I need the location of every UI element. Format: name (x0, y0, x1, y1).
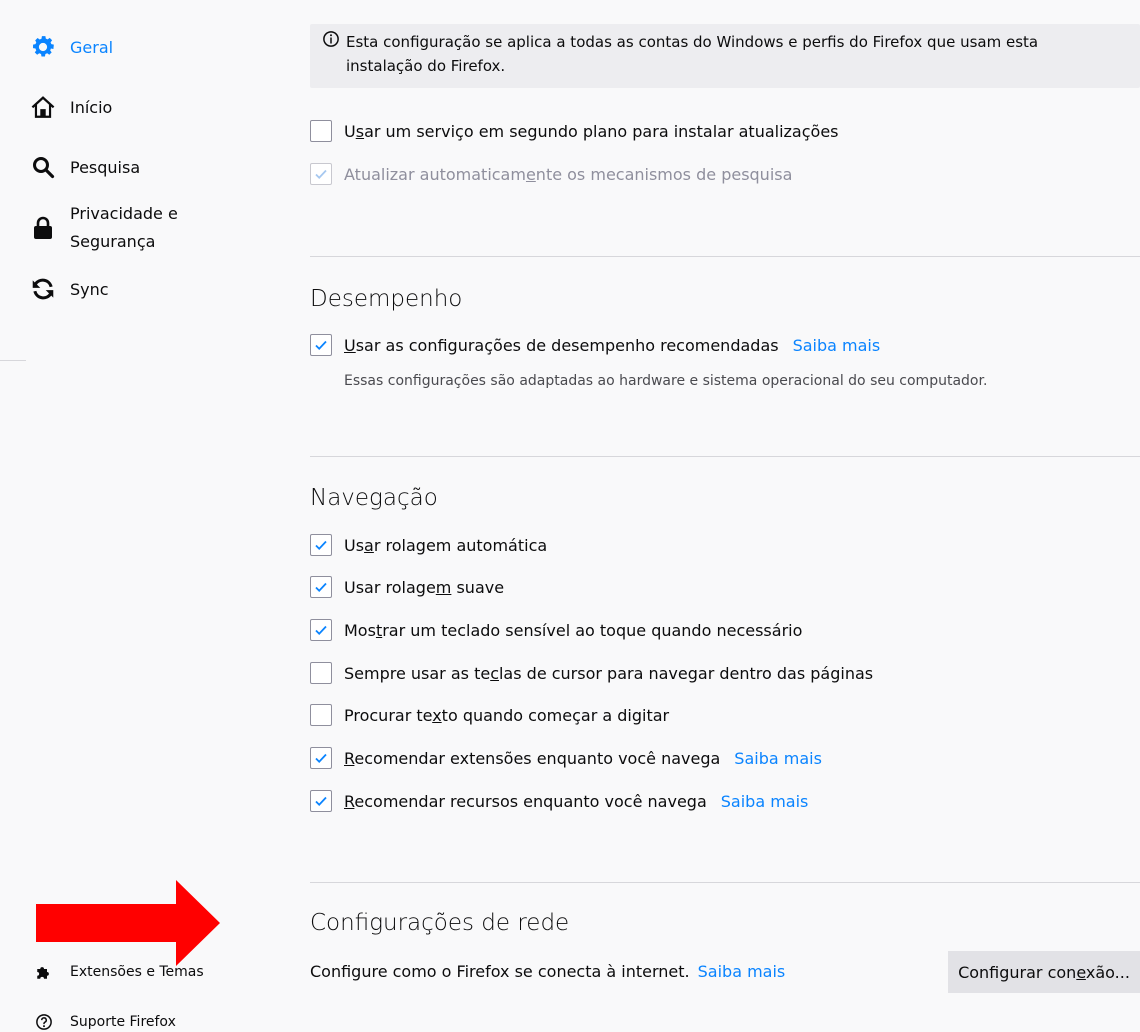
performance-title: Desempenho (310, 286, 463, 312)
performance-description: Essas configurações são adaptadas ao har… (344, 373, 988, 389)
info-box: Esta configuração se aplica a todas as c… (310, 24, 1140, 88)
info-line1: Esta configuração se aplica a todas as c… (346, 33, 1039, 51)
sidebar-item-inicio[interactable]: Início (30, 94, 112, 120)
info-text: Esta configuração se aplica a todas as c… (346, 30, 1134, 78)
smooth-scroll-row: Usar rolagem suave (310, 576, 504, 598)
divider (310, 882, 1140, 883)
main-content: Esta configuração se aplica a todas as c… (310, 0, 1140, 1032)
recommend-extensions-label[interactable]: Recomendar extensões enquanto você naveg… (344, 749, 720, 768)
search-when-typing-checkbox[interactable] (310, 704, 332, 726)
checkmark-icon (315, 169, 327, 179)
search-engines-checkbox[interactable] (310, 163, 332, 185)
sidebar-item-label-line2: Segurança (70, 232, 156, 251)
network-learn-more-link[interactable]: Saiba mais (698, 962, 786, 981)
sidebar-item-suporte[interactable]: Suporte Firefox (34, 1012, 176, 1032)
network-description: Configure como o Firefox se conecta à in… (310, 962, 690, 981)
background-service-checkbox[interactable] (310, 120, 332, 142)
caret-browsing-row: Sempre usar as teclas de cursor para nav… (310, 662, 873, 684)
network-title: Configurações de rede (310, 910, 570, 936)
sidebar-item-label: Pesquisa (70, 157, 141, 177)
touch-keyboard-row: Mostrar um teclado sensível ao toque qua… (310, 619, 802, 641)
search-when-typing-label[interactable]: Procurar texto quando começar a digitar (344, 706, 669, 725)
sidebar-item-label: Geral (70, 37, 114, 57)
autoscroll-label[interactable]: Usar rolagem automática (344, 536, 547, 555)
recommend-extensions-learn-more-link[interactable]: Saiba mais (734, 749, 822, 768)
sidebar-divider (0, 360, 26, 361)
home-icon (30, 94, 56, 120)
sidebar-item-extensoes[interactable]: Extensões e Temas (34, 962, 204, 982)
background-service-row: Usar um serviço em segundo plano para in… (310, 120, 839, 142)
sidebar-item-label-line1: Privacidade e (70, 204, 178, 223)
recommended-performance-checkbox[interactable] (310, 334, 332, 356)
sidebar-item-sync[interactable]: Sync (30, 276, 109, 302)
caret-browsing-checkbox[interactable] (310, 662, 332, 684)
recommend-features-label[interactable]: Recomendar recursos enquanto você navega (344, 792, 707, 811)
recommend-extensions-checkbox[interactable] (310, 747, 332, 769)
background-service-label[interactable]: Usar um serviço em segundo plano para in… (344, 122, 839, 141)
browsing-title: Navegação (310, 485, 438, 511)
recommend-features-checkbox[interactable] (310, 790, 332, 812)
caret-browsing-label[interactable]: Sempre usar as teclas de cursor para nav… (344, 664, 873, 683)
help-icon (34, 1012, 54, 1032)
sidebar-item-label: Extensões e Temas (70, 964, 204, 980)
recommend-features-row: Recomendar recursos enquanto você navega… (310, 790, 808, 812)
divider (310, 456, 1140, 457)
gear-icon (30, 34, 56, 60)
performance-learn-more-link[interactable]: Saiba mais (793, 336, 881, 355)
sidebar-item-label: Sync (70, 279, 109, 299)
checkmark-icon (315, 625, 327, 635)
search-engines-label[interactable]: Atualizar automaticamente os mecanismos … (344, 165, 792, 184)
recommend-extensions-row: Recomendar extensões enquanto você naveg… (310, 747, 822, 769)
info-icon (322, 30, 340, 48)
checkmark-icon (315, 340, 327, 350)
search-icon (30, 154, 56, 180)
touch-keyboard-label[interactable]: Mostrar um teclado sensível ao toque qua… (344, 621, 802, 640)
red-arrow-annotation (36, 880, 220, 966)
recommend-features-learn-more-link[interactable]: Saiba mais (721, 792, 809, 811)
checkmark-icon (315, 582, 327, 592)
puzzle-icon (34, 962, 54, 982)
recommended-performance-row: Usar as configurações de desempenho reco… (310, 334, 880, 356)
search-engines-row: Atualizar automaticamente os mecanismos … (310, 163, 792, 185)
sidebar-item-label: Suporte Firefox (70, 1014, 176, 1030)
smooth-scroll-checkbox[interactable] (310, 576, 332, 598)
sidebar-item-privacidade[interactable]: Privacidade e Segurança (30, 200, 178, 256)
configure-connection-button[interactable]: Configurar conexão... (948, 951, 1140, 993)
smooth-scroll-label[interactable]: Usar rolagem suave (344, 578, 504, 597)
divider (310, 256, 1140, 257)
autoscroll-row: Usar rolagem automática (310, 534, 547, 556)
sidebar: Geral Início Pesquisa Privacidade e Segu… (0, 0, 290, 1032)
autoscroll-checkbox[interactable] (310, 534, 332, 556)
sidebar-item-label: Início (70, 97, 113, 117)
checkmark-icon (315, 796, 327, 806)
checkmark-icon (315, 540, 327, 550)
network-row: Configure como o Firefox se conecta à in… (310, 962, 785, 981)
checkmark-icon (315, 753, 327, 763)
recommended-performance-label[interactable]: Usar as configurações de desempenho reco… (344, 336, 779, 355)
sidebar-item-label: Privacidade e Segurança (70, 200, 178, 256)
lock-icon (30, 215, 56, 241)
sync-icon (30, 276, 56, 302)
info-line2: instalação do Firefox. (346, 57, 506, 75)
sidebar-item-pesquisa[interactable]: Pesquisa (30, 154, 140, 180)
sidebar-item-geral[interactable]: Geral (30, 34, 113, 60)
touch-keyboard-checkbox[interactable] (310, 619, 332, 641)
search-when-typing-row: Procurar texto quando começar a digitar (310, 704, 669, 726)
